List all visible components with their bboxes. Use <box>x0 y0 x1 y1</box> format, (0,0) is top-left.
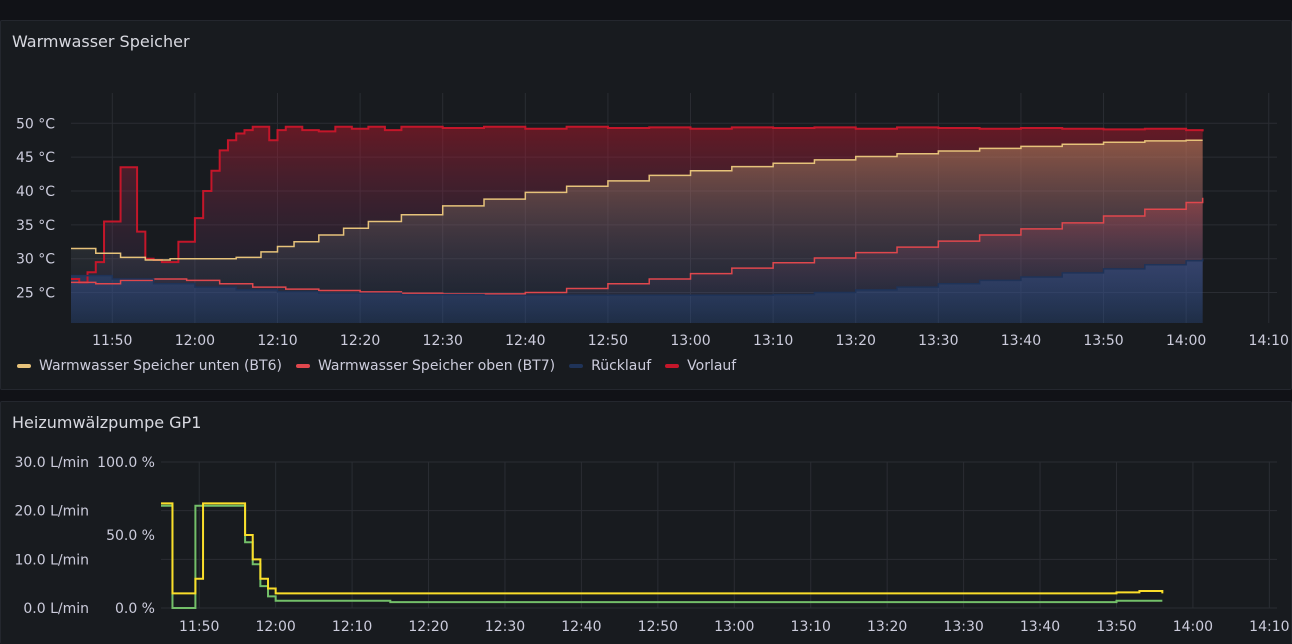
y-right-tick-label: 0.0 % <box>115 601 155 617</box>
y-left-tick-label: 10.0 L/min <box>14 552 89 568</box>
legend-swatch-bt7 <box>295 364 310 368</box>
y-left-tick-label: 30.0 L/min <box>14 455 89 471</box>
x-tick-label: 12:50 <box>638 619 678 635</box>
x-tick-label: 13:00 <box>670 333 710 349</box>
legend-label-vorlauf: Vorlauf <box>687 358 737 374</box>
panel-heizumwaelzpumpe: Heizumwälzpumpe GP1 11:50 12:00 12:10 12:20… <box>0 401 1292 644</box>
y-tick-label: 40 °C <box>16 184 55 200</box>
legend-label-bt7: Warmwasser Speicher oben (BT7) <box>317 358 556 374</box>
y-tick-label: 30 °C <box>16 252 55 268</box>
x-tick-label: 13:30 <box>943 619 983 635</box>
x-tick-label: 14:00 <box>1173 619 1213 635</box>
x-tick-label: 13:10 <box>753 333 793 349</box>
speicher-chart: 11:50 12:00 12:10 12:20 12:30 12:40 12:50 13:00… <box>16 93 1289 349</box>
x-tick-label: 13:40 <box>1020 619 1060 635</box>
x-tick-label: 14:10 <box>1249 619 1289 635</box>
x-tick-label: 14:00 <box>1166 333 1206 349</box>
legend: Warmwasser Speicher unten (BT6) Warmwass… <box>17 358 736 374</box>
x-tick-label: 13:20 <box>867 619 907 635</box>
legend-item-vorlauf[interactable]: Vorlauf <box>665 358 736 374</box>
legend-swatch-bt6 <box>17 364 31 368</box>
x-tick-label: 12:10 <box>332 619 372 635</box>
y-left-tick-label: 20.0 L/min <box>14 504 89 520</box>
x-tick-label: 12:30 <box>485 619 525 635</box>
x-tick-label: 12:20 <box>340 333 380 349</box>
x-tick-label: 12:40 <box>561 619 601 635</box>
pumpe-chart: 11:50 12:00 12:10 12:20 12:30 12:40 12:50 13:00… <box>14 455 1289 635</box>
x-tick-label: 13:00 <box>714 619 754 635</box>
y-tick-label: 50 °C <box>16 116 55 132</box>
legend-swatch-ruecklauf <box>569 364 584 368</box>
y-tick-label: 25 °C <box>16 286 55 302</box>
x-tick-label: 13:10 <box>791 619 831 635</box>
x-tick-label: 12:40 <box>505 333 545 349</box>
x-tick-label: 12:20 <box>408 619 448 635</box>
series-line-flow <box>161 502 1164 595</box>
top-bar <box>0 0 1292 20</box>
x-tick-label: 14:10 <box>1249 333 1289 349</box>
legend-swatch-vorlauf <box>665 364 680 368</box>
x-tick-label: 12:00 <box>175 333 215 349</box>
x-tick-label: 13:50 <box>1083 333 1123 349</box>
x-tick-label: 13:40 <box>1001 333 1041 349</box>
y-tick-label: 45 °C <box>16 150 55 166</box>
y-tick-label: 35 °C <box>16 218 55 234</box>
panel-warmwasser-speicher: Warmwasser Speicher 11:50 12:00 12:10 12:20… <box>0 20 1292 390</box>
legend-item-bt7[interactable]: Warmwasser Speicher oben (BT7) <box>295 358 556 374</box>
x-tick-label: 12:50 <box>588 333 628 349</box>
legend-label-ruecklauf: Rücklauf <box>591 358 652 374</box>
y-right-tick-label: 50.0 % <box>106 528 155 544</box>
legend-item-bt6[interactable]: Warmwasser Speicher unten (BT6) <box>17 358 282 374</box>
x-tick-label: 11:50 <box>179 619 219 635</box>
x-tick-label: 13:30 <box>918 333 958 349</box>
x-tick-label: 12:00 <box>255 619 295 635</box>
y-right-tick-label: 100.0 % <box>97 455 155 471</box>
x-tick-label: 11:50 <box>92 333 132 349</box>
x-tick-label: 12:30 <box>423 333 463 349</box>
legend-item-ruecklauf[interactable]: Rücklauf <box>569 358 651 374</box>
legend-label-bt6: Warmwasser Speicher unten (BT6) <box>39 358 282 374</box>
x-tick-label: 13:50 <box>1096 619 1136 635</box>
y-left-tick-label: 0.0 L/min <box>23 601 89 617</box>
x-tick-label: 13:20 <box>836 333 876 349</box>
x-tick-label: 12:10 <box>257 333 297 349</box>
